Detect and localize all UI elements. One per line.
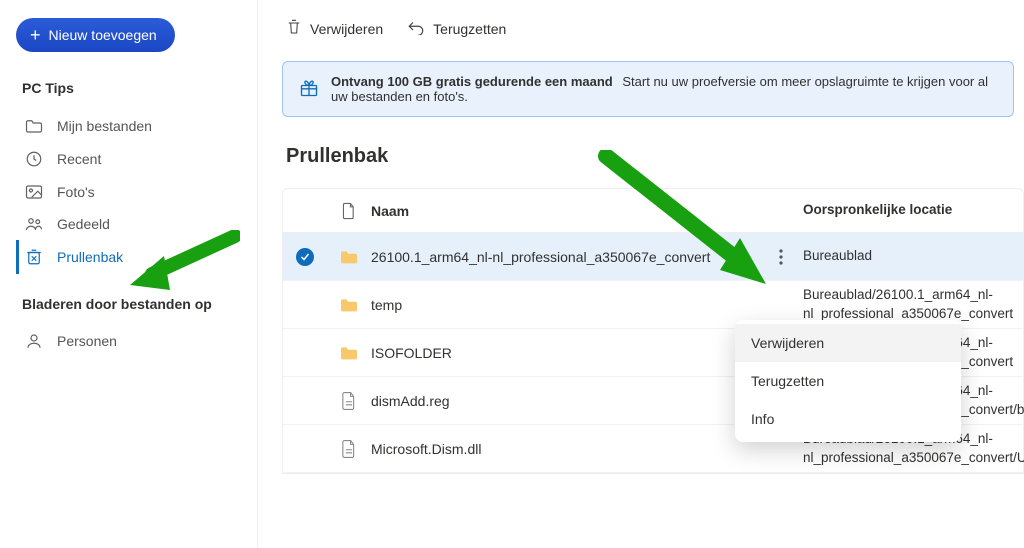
sidebar-item-label: Foto's bbox=[57, 184, 95, 200]
sidebar-item-label: Personen bbox=[57, 333, 117, 349]
column-location-header[interactable]: Oorspronkelijke locatie bbox=[803, 201, 1023, 219]
gift-icon bbox=[299, 78, 319, 101]
sidebar-item-my-files[interactable]: Mijn bestanden bbox=[16, 110, 242, 142]
image-icon bbox=[25, 184, 43, 200]
selected-check-icon[interactable] bbox=[296, 248, 314, 266]
brand-label: PC Tips bbox=[22, 80, 242, 96]
sidebar-item-people[interactable]: Personen bbox=[16, 324, 242, 358]
nav-list: Mijn bestanden Recent Foto's Gedeeld bbox=[16, 110, 242, 274]
new-button-label: Nieuw toevoegen bbox=[49, 27, 157, 43]
file-icon bbox=[342, 202, 356, 220]
table-row[interactable]: 26100.1_arm64_nl-nl_professional_a350067… bbox=[283, 233, 1023, 281]
recycle-bin-icon bbox=[25, 248, 43, 266]
delete-button[interactable]: Verwijderen bbox=[286, 18, 383, 39]
context-menu-delete[interactable]: Verwijderen bbox=[735, 324, 961, 362]
main: Verwijderen Terugzetten Ontvang 100 GB g… bbox=[258, 0, 1024, 548]
people-icon bbox=[25, 216, 43, 232]
table-header: Naam Oorspronkelijke locatie bbox=[283, 189, 1023, 233]
browse-list: Personen bbox=[16, 324, 242, 358]
file-icon bbox=[327, 439, 371, 459]
row-name[interactable]: ISOFOLDER bbox=[371, 345, 759, 361]
clock-icon bbox=[25, 150, 43, 168]
context-menu-info[interactable]: Info bbox=[735, 400, 961, 438]
sidebar-item-shared[interactable]: Gedeeld bbox=[16, 208, 242, 240]
plus-icon: + bbox=[30, 28, 41, 42]
sidebar-item-photos[interactable]: Foto's bbox=[16, 176, 242, 208]
column-name-header[interactable]: Naam bbox=[371, 203, 759, 219]
toolbar: Verwijderen Terugzetten bbox=[282, 18, 1024, 39]
row-select[interactable] bbox=[283, 248, 327, 266]
row-name[interactable]: temp bbox=[371, 297, 759, 313]
sidebar-item-label: Mijn bestanden bbox=[57, 118, 152, 134]
row-location: Bureaublad bbox=[803, 247, 1023, 265]
row-name[interactable]: dismAdd.reg bbox=[371, 393, 759, 409]
file-icon bbox=[327, 391, 371, 411]
delete-label: Verwijderen bbox=[310, 21, 383, 37]
undo-icon bbox=[407, 19, 425, 38]
trash-icon bbox=[286, 18, 302, 39]
restore-button[interactable]: Terugzetten bbox=[407, 19, 506, 38]
folder-icon bbox=[327, 297, 371, 313]
browse-heading: Bladeren door bestanden op bbox=[22, 296, 242, 312]
banner-text: Ontvang 100 GB gratis gedurende een maan… bbox=[331, 74, 997, 104]
person-icon bbox=[25, 332, 43, 350]
context-menu-restore[interactable]: Terugzetten bbox=[735, 362, 961, 400]
sidebar-item-label: Recent bbox=[57, 151, 101, 167]
page-title: Prullenbak bbox=[286, 145, 1024, 168]
sidebar-item-recycle-bin[interactable]: Prullenbak bbox=[16, 240, 242, 274]
column-icon-header bbox=[327, 202, 371, 220]
promo-banner[interactable]: Ontvang 100 GB gratis gedurende een maan… bbox=[282, 61, 1014, 117]
row-location: Bureaublad/26100.1_arm64_nl-nl_professio… bbox=[803, 286, 1023, 322]
sidebar-item-recent[interactable]: Recent bbox=[16, 142, 242, 176]
row-name[interactable]: 26100.1_arm64_nl-nl_professional_a350067… bbox=[371, 249, 759, 265]
new-button[interactable]: + Nieuw toevoegen bbox=[16, 18, 175, 52]
sidebar: + Nieuw toevoegen PC Tips Mijn bestanden… bbox=[0, 0, 258, 548]
restore-label: Terugzetten bbox=[433, 21, 506, 37]
banner-bold: Ontvang 100 GB gratis gedurende een maan… bbox=[331, 74, 613, 89]
row-name[interactable]: Microsoft.Dism.dll bbox=[371, 441, 759, 457]
sidebar-item-label: Gedeeld bbox=[57, 216, 110, 232]
sidebar-item-label: Prullenbak bbox=[57, 249, 123, 265]
context-menu: Verwijderen Terugzetten Info bbox=[735, 320, 961, 442]
folder-icon bbox=[327, 345, 371, 361]
folder-outline-icon bbox=[25, 118, 43, 134]
row-more-button[interactable] bbox=[759, 249, 803, 265]
folder-icon bbox=[327, 249, 371, 265]
